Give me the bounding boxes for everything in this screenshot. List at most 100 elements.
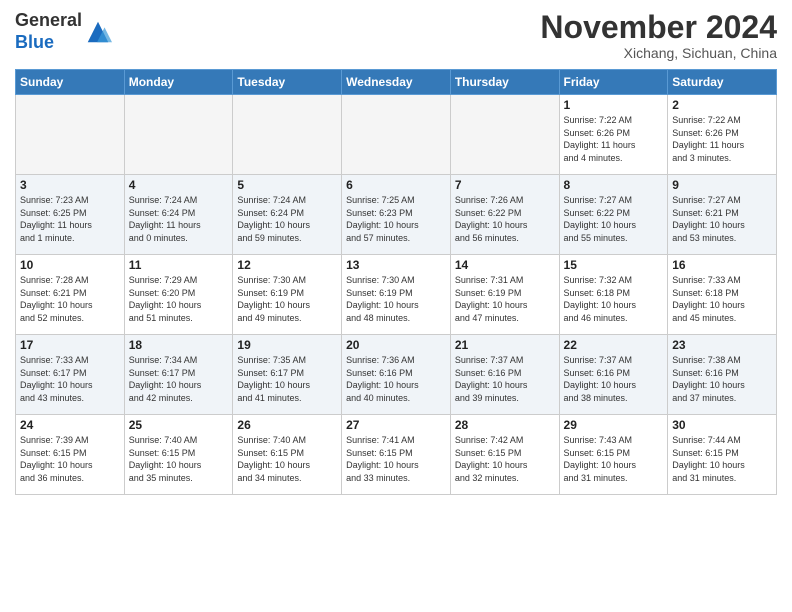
day-info: Sunrise: 7:30 AM Sunset: 6:19 PM Dayligh… [237, 274, 337, 324]
col-header-sunday: Sunday [16, 70, 125, 95]
day-info: Sunrise: 7:36 AM Sunset: 6:16 PM Dayligh… [346, 354, 446, 404]
day-number: 29 [564, 418, 664, 432]
calendar-week-row: 24 Sunrise: 7:39 AM Sunset: 6:15 PM Dayli… [16, 415, 777, 495]
day-info: Sunrise: 7:24 AM Sunset: 6:24 PM Dayligh… [129, 194, 229, 244]
calendar-cell [16, 95, 125, 175]
location: Xichang, Sichuan, China [540, 45, 777, 61]
day-info: Sunrise: 7:32 AM Sunset: 6:18 PM Dayligh… [564, 274, 664, 324]
calendar-cell: 25 Sunrise: 7:40 AM Sunset: 6:15 PM Dayli… [124, 415, 233, 495]
day-info: Sunrise: 7:27 AM Sunset: 6:21 PM Dayligh… [672, 194, 772, 244]
title-block: November 2024 Xichang, Sichuan, China [540, 10, 777, 61]
col-header-saturday: Saturday [668, 70, 777, 95]
calendar-cell: 3 Sunrise: 7:23 AM Sunset: 6:25 PM Daylig… [16, 175, 125, 255]
day-number: 8 [564, 178, 664, 192]
calendar-cell: 29 Sunrise: 7:43 AM Sunset: 6:15 PM Dayli… [559, 415, 668, 495]
day-number: 18 [129, 338, 229, 352]
day-info: Sunrise: 7:23 AM Sunset: 6:25 PM Dayligh… [20, 194, 120, 244]
day-info: Sunrise: 7:22 AM Sunset: 6:26 PM Dayligh… [672, 114, 772, 164]
day-info: Sunrise: 7:24 AM Sunset: 6:24 PM Dayligh… [237, 194, 337, 244]
col-header-tuesday: Tuesday [233, 70, 342, 95]
day-number: 21 [455, 338, 555, 352]
day-number: 19 [237, 338, 337, 352]
calendar-cell: 27Sunrise: 7:41 AM Sunset: 6:15 PM Dayli… [342, 415, 451, 495]
day-number: 14 [455, 258, 555, 272]
calendar-cell [450, 95, 559, 175]
calendar-cell: 22Sunrise: 7:37 AM Sunset: 6:16 PM Dayli… [559, 335, 668, 415]
day-number: 13 [346, 258, 446, 272]
day-info: Sunrise: 7:30 AM Sunset: 6:19 PM Dayligh… [346, 274, 446, 324]
day-number: 30 [672, 418, 772, 432]
day-info: Sunrise: 7:22 AM Sunset: 6:26 PM Dayligh… [564, 114, 664, 164]
day-info: Sunrise: 7:27 AM Sunset: 6:22 PM Dayligh… [564, 194, 664, 244]
day-info: Sunrise: 7:39 AM Sunset: 6:15 PM Dayligh… [20, 434, 120, 484]
calendar-header-row: SundayMondayTuesdayWednesdayThursdayFrid… [16, 70, 777, 95]
day-info: Sunrise: 7:33 AM Sunset: 6:18 PM Dayligh… [672, 274, 772, 324]
day-number: 17 [20, 338, 120, 352]
calendar-cell: 7Sunrise: 7:26 AM Sunset: 6:22 PM Daylig… [450, 175, 559, 255]
day-number: 27 [346, 418, 446, 432]
day-number: 26 [237, 418, 337, 432]
day-number: 12 [237, 258, 337, 272]
day-info: Sunrise: 7:29 AM Sunset: 6:20 PM Dayligh… [129, 274, 229, 324]
calendar-cell: 11 Sunrise: 7:29 AM Sunset: 6:20 PM Dayli… [124, 255, 233, 335]
day-info: Sunrise: 7:44 AM Sunset: 6:15 PM Dayligh… [672, 434, 772, 484]
day-number: 23 [672, 338, 772, 352]
day-number: 15 [564, 258, 664, 272]
day-number: 5 [237, 178, 337, 192]
calendar-week-row: 1 Sunrise: 7:22 AM Sunset: 6:26 PM Daylig… [16, 95, 777, 175]
day-number: 7 [455, 178, 555, 192]
day-number: 6 [346, 178, 446, 192]
calendar-week-row: 3 Sunrise: 7:23 AM Sunset: 6:25 PM Daylig… [16, 175, 777, 255]
day-number: 24 [20, 418, 120, 432]
calendar-cell [342, 95, 451, 175]
calendar-cell: 24 Sunrise: 7:39 AM Sunset: 6:15 PM Dayli… [16, 415, 125, 495]
day-number: 3 [20, 178, 120, 192]
day-number: 11 [129, 258, 229, 272]
calendar-cell: 9Sunrise: 7:27 AM Sunset: 6:21 PM Daylig… [668, 175, 777, 255]
calendar-cell: 8 Sunrise: 7:27 AM Sunset: 6:22 PM Daylig… [559, 175, 668, 255]
calendar-table: SundayMondayTuesdayWednesdayThursdayFrid… [15, 69, 777, 495]
day-info: Sunrise: 7:40 AM Sunset: 6:15 PM Dayligh… [129, 434, 229, 484]
logo-icon [84, 18, 112, 46]
month-title: November 2024 [540, 10, 777, 45]
calendar-cell: 4 Sunrise: 7:24 AM Sunset: 6:24 PM Daylig… [124, 175, 233, 255]
day-number: 22 [564, 338, 664, 352]
calendar-cell: 21Sunrise: 7:37 AM Sunset: 6:16 PM Dayli… [450, 335, 559, 415]
day-info: Sunrise: 7:42 AM Sunset: 6:15 PM Dayligh… [455, 434, 555, 484]
calendar-week-row: 10 Sunrise: 7:28 AM Sunset: 6:21 PM Dayli… [16, 255, 777, 335]
calendar-cell: 23 Sunrise: 7:38 AM Sunset: 6:16 PM Dayli… [668, 335, 777, 415]
calendar-cell: 26 Sunrise: 7:40 AM Sunset: 6:15 PM Dayli… [233, 415, 342, 495]
day-info: Sunrise: 7:34 AM Sunset: 6:17 PM Dayligh… [129, 354, 229, 404]
day-info: Sunrise: 7:25 AM Sunset: 6:23 PM Dayligh… [346, 194, 446, 244]
calendar-cell: 30 Sunrise: 7:44 AM Sunset: 6:15 PM Dayli… [668, 415, 777, 495]
col-header-thursday: Thursday [450, 70, 559, 95]
calendar-cell: 12 Sunrise: 7:30 AM Sunset: 6:19 PM Dayli… [233, 255, 342, 335]
col-header-wednesday: Wednesday [342, 70, 451, 95]
day-info: Sunrise: 7:31 AM Sunset: 6:19 PM Dayligh… [455, 274, 555, 324]
calendar-cell: 2 Sunrise: 7:22 AM Sunset: 6:26 PM Daylig… [668, 95, 777, 175]
calendar-cell: 14 Sunrise: 7:31 AM Sunset: 6:19 PM Dayli… [450, 255, 559, 335]
calendar-week-row: 17 Sunrise: 7:33 AM Sunset: 6:17 PM Dayli… [16, 335, 777, 415]
day-number: 4 [129, 178, 229, 192]
calendar-cell: 19 Sunrise: 7:35 AM Sunset: 6:17 PM Dayli… [233, 335, 342, 415]
day-info: Sunrise: 7:38 AM Sunset: 6:16 PM Dayligh… [672, 354, 772, 404]
calendar-cell: 15 Sunrise: 7:32 AM Sunset: 6:18 PM Dayli… [559, 255, 668, 335]
calendar-cell: 10 Sunrise: 7:28 AM Sunset: 6:21 PM Dayli… [16, 255, 125, 335]
day-number: 16 [672, 258, 772, 272]
page-container: General Blue November 2024 Xichang, Sich… [0, 0, 792, 505]
header: General Blue November 2024 Xichang, Sich… [15, 10, 777, 61]
col-header-monday: Monday [124, 70, 233, 95]
day-info: Sunrise: 7:35 AM Sunset: 6:17 PM Dayligh… [237, 354, 337, 404]
day-number: 25 [129, 418, 229, 432]
day-number: 10 [20, 258, 120, 272]
day-info: Sunrise: 7:33 AM Sunset: 6:17 PM Dayligh… [20, 354, 120, 404]
day-number: 2 [672, 98, 772, 112]
day-info: Sunrise: 7:40 AM Sunset: 6:15 PM Dayligh… [237, 434, 337, 484]
logo-text: General Blue [15, 10, 82, 53]
day-info: Sunrise: 7:43 AM Sunset: 6:15 PM Dayligh… [564, 434, 664, 484]
calendar-cell: 20Sunrise: 7:36 AM Sunset: 6:16 PM Dayli… [342, 335, 451, 415]
day-number: 1 [564, 98, 664, 112]
day-number: 28 [455, 418, 555, 432]
day-info: Sunrise: 7:28 AM Sunset: 6:21 PM Dayligh… [20, 274, 120, 324]
calendar-cell: 17 Sunrise: 7:33 AM Sunset: 6:17 PM Dayli… [16, 335, 125, 415]
